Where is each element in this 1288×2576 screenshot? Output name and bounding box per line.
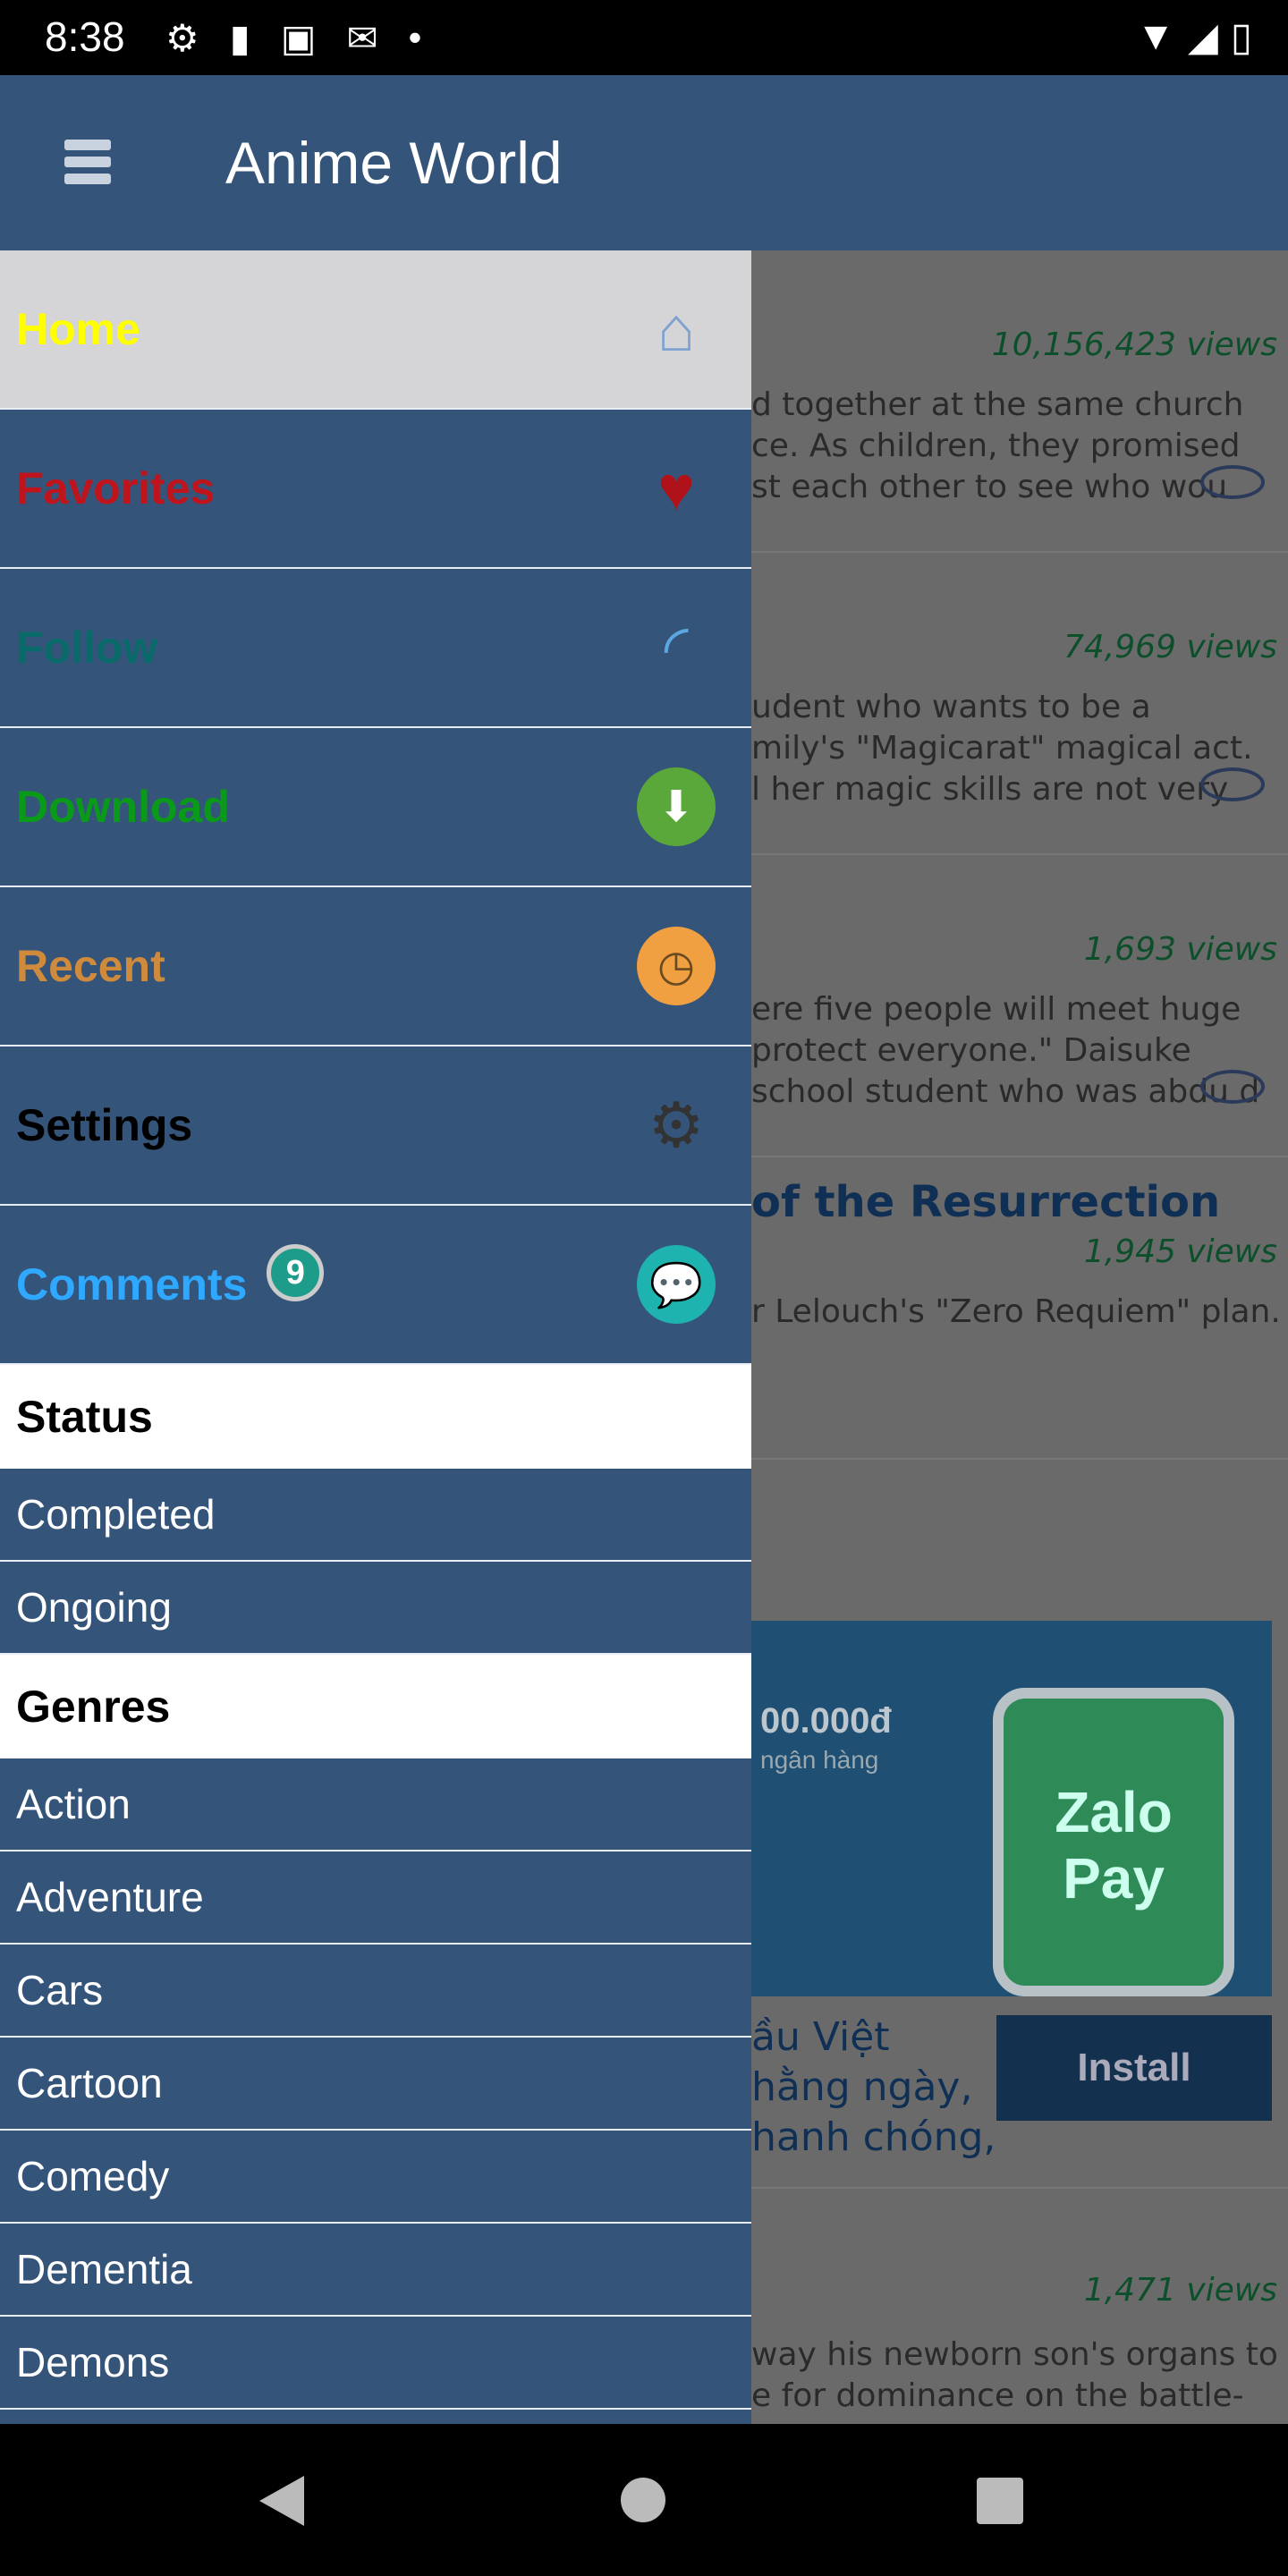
ad-banner-image[interactable]: 00.000đ ngân hàng Zalo Pay: [751, 1621, 1272, 1996]
genres-section-header: Genres: [0, 1655, 751, 1758]
heart-icon: ♥: [657, 453, 695, 523]
anime-description: ce. As children, they promised: [751, 428, 1241, 464]
app-bar: Anime World: [0, 75, 1288, 250]
status-item-completed[interactable]: Completed: [0, 1469, 751, 1562]
anime-card[interactable]: 74,969 views udent who wants to be a mily'…: [751, 553, 1288, 855]
gmail-icon: ✉: [346, 17, 378, 59]
anime-description: r Lelouch's "Zero Requiem" plan.: [751, 1293, 1281, 1330]
app-title: Anime World: [225, 130, 563, 196]
home-icon: ⌂: [657, 294, 696, 364]
ad-text-line: hanh chóng,: [751, 2114, 996, 2160]
font-app-icon: ▣: [280, 17, 317, 59]
back-icon[interactable]: [259, 2476, 304, 2526]
genre-item-demons[interactable]: Demons: [0, 2317, 751, 2410]
comments-count-badge: 9: [267, 1244, 325, 1301]
drawer-item-label: Comments: [16, 1259, 248, 1309]
system-nav-bar: [0, 2424, 1288, 2576]
keyhole-icon: ▮: [229, 17, 250, 59]
view-count: 1,693 views: [1083, 931, 1277, 968]
genre-item-partial[interactable]: [0, 2410, 751, 2424]
drawer-item-label: Settings: [16, 1100, 193, 1150]
drawer-item-settings[interactable]: Settings ⚙: [0, 1046, 751, 1206]
clock-icon: ◷: [637, 927, 716, 1005]
anime-card[interactable]: 1,693 views ere five people will meet hug…: [751, 855, 1288, 1157]
anime-card[interactable]: of the Resurrection 1,945 views r Lelouch'…: [751, 1157, 1288, 1460]
drawer-item-home[interactable]: Home ⌂: [0, 250, 751, 410]
anime-description: e for dominance on the battle-: [751, 2377, 1244, 2414]
drawer-item-favorites[interactable]: Favorites ♥: [0, 410, 751, 569]
ad-subtext: ngân hàng: [760, 1746, 879, 1774]
menu-icon[interactable]: [64, 140, 111, 184]
anime-description: mily's "Magicarat" magical act.: [751, 730, 1253, 767]
gear-icon: ⚙: [648, 1090, 705, 1160]
dimmed-content-list[interactable]: 10,156,423 views d together at the same c…: [751, 250, 1288, 2424]
zalopay-logo: Zalo Pay: [993, 1688, 1234, 1996]
ad-text-line: ầu Việt: [751, 2014, 890, 2060]
anime-title: of the Resurrection: [751, 1177, 1221, 1227]
drawer-item-follow[interactable]: Follow ◜: [0, 569, 751, 728]
rss-icon: ◜: [664, 613, 689, 682]
clock: 8:38: [45, 13, 125, 60]
drawer-item-label: Favorites: [16, 463, 216, 513]
anime-description: udent who wants to be a: [751, 689, 1151, 725]
settings-notification-icon: ⚙: [165, 17, 199, 59]
anime-card[interactable]: 10,156,423 views d together at the same c…: [751, 250, 1288, 553]
view-count: 1,945 views: [1083, 1233, 1277, 1270]
ad-text: ầu Việt hằng ngày, hanh chóng,: [751, 2012, 996, 2163]
status-section-header: Status: [0, 1365, 751, 1469]
anime-description: way his newborn son's organs to: [751, 2336, 1278, 2373]
genre-item-dementia[interactable]: Dementia: [0, 2224, 751, 2317]
anime-description: l her magic skills are not very: [751, 771, 1229, 808]
genre-item-cars[interactable]: Cars: [0, 1945, 751, 2038]
eye-icon[interactable]: [1200, 1070, 1265, 1104]
anime-description: ere five people will meet huge: [751, 991, 1241, 1028]
drawer-item-recent[interactable]: Recent ◷: [0, 887, 751, 1046]
drawer-item-label: Follow: [16, 623, 158, 673]
drawer-item-download[interactable]: Download ⬇: [0, 728, 751, 887]
view-count: 1,471 views: [1083, 2272, 1277, 2309]
eye-icon[interactable]: [1200, 465, 1265, 499]
genre-item-action[interactable]: Action: [0, 1758, 751, 1852]
recents-icon[interactable]: [977, 2478, 1023, 2524]
anime-description: school student who was abdu d: [751, 1073, 1260, 1110]
status-bar: 8:38 ⚙ ▮ ▣ ✉ • ▼ ◢ ▯: [0, 0, 1288, 75]
drawer-item-label: Recent: [16, 941, 165, 991]
anime-description: st each other to see who wou: [751, 469, 1228, 505]
anime-description: protect everyone." Daisuke: [751, 1032, 1191, 1069]
eye-icon[interactable]: [1200, 767, 1265, 801]
view-count: 74,969 views: [1063, 629, 1277, 665]
navigation-drawer: Home ⌂ Favorites ♥ Follow ◜ Download ⬇ R…: [0, 250, 751, 2424]
view-count: 10,156,423 views: [991, 326, 1277, 363]
battery-charging-icon: ▯: [1230, 15, 1252, 59]
drawer-item-label: Download: [16, 782, 230, 832]
drawer-item-comments[interactable]: Comments 9 💬: [0, 1206, 751, 1365]
ad-amount: 00.000đ: [760, 1701, 892, 1741]
genre-item-cartoon[interactable]: Cartoon: [0, 2038, 751, 2131]
chat-icon: 💬: [637, 1245, 716, 1324]
download-icon: ⬇: [637, 767, 716, 846]
more-dot-icon: •: [408, 16, 422, 58]
signal-icon: ◢: [1187, 15, 1218, 59]
install-button[interactable]: Install: [996, 2015, 1272, 2121]
ad-text-line: hằng ngày,: [751, 2064, 973, 2110]
status-item-ongoing[interactable]: Ongoing: [0, 1562, 751, 1655]
drawer-item-label: Home: [16, 304, 140, 354]
anime-description: d together at the same church: [751, 386, 1244, 423]
genre-item-comedy[interactable]: Comedy: [0, 2131, 751, 2224]
wifi-icon: ▼: [1136, 14, 1175, 58]
genre-item-adventure[interactable]: Adventure: [0, 1852, 751, 1945]
home-nav-icon[interactable]: [621, 2478, 665, 2522]
